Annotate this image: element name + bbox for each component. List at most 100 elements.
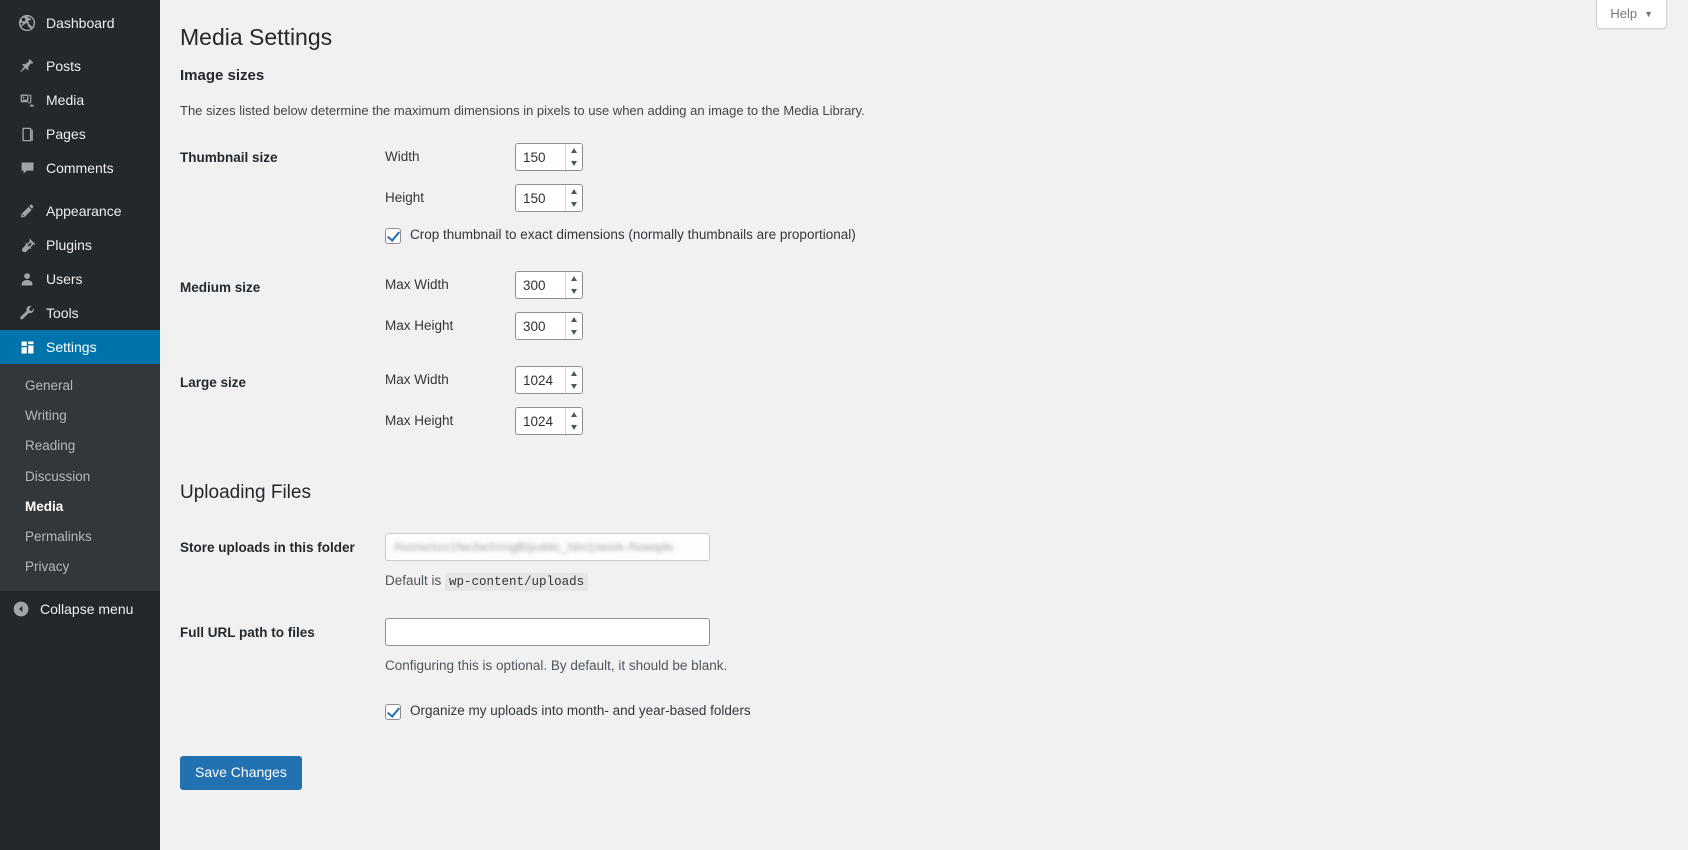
row-label-full-url: Full URL path to files (180, 605, 385, 689)
help-tab-button[interactable]: Help ▼ (1596, 0, 1667, 29)
user-icon (17, 269, 37, 289)
thumbnail-height-input[interactable] (516, 185, 565, 211)
admin-sidebar: Dashboard Posts Media (0, 0, 160, 850)
spinner-controls[interactable] (565, 408, 582, 434)
large-max-width-stepper[interactable] (515, 366, 583, 394)
row-fields-store-folder: /home/xxx1Ne2wXrrngB/public_htm1/work-/h… (385, 520, 1270, 605)
medium-max-width-row: Max Width (385, 271, 1260, 299)
spinner-down-icon[interactable] (566, 285, 582, 298)
main-content: Help ▼ Media Settings Image sizes The si… (160, 0, 1688, 850)
sidebar-item-plugins[interactable]: Plugins (0, 228, 160, 262)
submenu-item-general[interactable]: General (0, 371, 160, 401)
spinner-controls[interactable] (565, 367, 582, 393)
submenu-item-media[interactable]: Media (0, 492, 160, 522)
sidebar-item-label: Users (46, 272, 83, 286)
organize-uploads-label: Organize my uploads into month- and year… (410, 702, 751, 721)
spinner-down-icon[interactable] (566, 421, 582, 434)
large-max-height-input[interactable] (516, 408, 565, 434)
row-label-organize (180, 689, 385, 734)
submenu-item-permalinks[interactable]: Permalinks (0, 522, 160, 552)
sidebar-item-settings[interactable]: Settings (0, 330, 160, 364)
sidebar-item-label: Media (46, 93, 84, 107)
crop-thumbnail-row[interactable]: Crop thumbnail to exact dimensions (norm… (385, 226, 1260, 245)
spinner-controls[interactable] (565, 144, 582, 170)
sidebar-item-label: Pages (46, 127, 86, 141)
chevron-down-icon: ▼ (1644, 10, 1653, 19)
table-row-full-url: Full URL path to files Configuring this … (180, 605, 1270, 689)
sidebar-item-comments[interactable]: Comments (0, 151, 160, 185)
row-fields-full-url: Configuring this is optional. By default… (385, 605, 1270, 689)
thumbnail-width-stepper[interactable] (515, 143, 583, 171)
medium-max-width-label: Max Width (385, 276, 515, 295)
row-fields-large: Max Width Max Height (385, 353, 1270, 448)
upload-url-path-input[interactable] (385, 618, 710, 646)
submenu-item-reading[interactable]: Reading (0, 431, 160, 461)
settings-submenu: General Writing Reading Discussion Media… (0, 364, 160, 591)
thumbnail-height-stepper[interactable] (515, 184, 583, 212)
thumbnail-width-row: Width (385, 143, 1260, 171)
sidebar-item-label: Tools (46, 306, 79, 320)
sidebar-item-posts[interactable]: Posts (0, 49, 160, 83)
thumbnail-height-row: Height (385, 184, 1260, 212)
sidebar-item-label: Plugins (46, 238, 92, 252)
sidebar-item-dashboard[interactable]: Dashboard (0, 6, 160, 40)
spinner-up-icon[interactable] (566, 272, 582, 285)
medium-max-height-input[interactable] (516, 313, 565, 339)
sidebar-item-tools[interactable]: Tools (0, 296, 160, 330)
collapse-menu-button[interactable]: Collapse menu (0, 592, 160, 626)
upload-path-value: /home/xxx1Ne2wXrrngB/public_htm1/work-/h… (394, 539, 673, 556)
large-max-width-input[interactable] (516, 367, 565, 393)
organize-uploads-row[interactable]: Organize my uploads into month- and year… (385, 702, 1260, 721)
crop-thumbnail-label: Crop thumbnail to exact dimensions (norm… (410, 226, 856, 245)
thumbnail-width-label: Width (385, 148, 515, 167)
sidebar-item-pages[interactable]: Pages (0, 117, 160, 151)
spinner-down-icon[interactable] (566, 326, 582, 339)
medium-max-height-stepper[interactable] (515, 312, 583, 340)
sidebar-item-label: Appearance (46, 204, 122, 218)
spinner-controls[interactable] (565, 272, 582, 298)
sidebar-item-users[interactable]: Users (0, 262, 160, 296)
sidebar-item-appearance[interactable]: Appearance (0, 194, 160, 228)
page-title: Media Settings (180, 14, 1688, 67)
medium-max-width-stepper[interactable] (515, 271, 583, 299)
spinner-down-icon[interactable] (566, 157, 582, 170)
wrench-icon (17, 303, 37, 323)
sidebar-item-media[interactable]: Media (0, 83, 160, 117)
sidebar-item-label: Dashboard (46, 16, 115, 30)
image-sizes-table: Thumbnail size Width (180, 130, 1270, 448)
upload-path-input[interactable]: /home/xxx1Ne2wXrrngB/public_htm1/work-/h… (385, 533, 710, 561)
organize-uploads-checkbox[interactable] (385, 704, 401, 720)
spinner-controls[interactable] (565, 313, 582, 339)
large-max-height-stepper[interactable] (515, 407, 583, 435)
save-changes-button[interactable]: Save Changes (180, 756, 302, 790)
thumbnail-height-label: Height (385, 189, 515, 208)
thumbnail-width-input[interactable] (516, 144, 565, 170)
spinner-up-icon[interactable] (566, 367, 582, 380)
spinner-down-icon[interactable] (566, 198, 582, 211)
table-row-store-folder: Store uploads in this folder /home/xxx1N… (180, 520, 1270, 605)
media-icon (17, 90, 37, 110)
page-icon (17, 124, 37, 144)
sidebar-item-label: Posts (46, 59, 81, 73)
large-max-width-label: Max Width (385, 371, 515, 390)
crop-thumbnail-checkbox[interactable] (385, 228, 401, 244)
spinner-up-icon[interactable] (566, 408, 582, 421)
spinner-down-icon[interactable] (566, 380, 582, 393)
submenu-item-writing[interactable]: Writing (0, 401, 160, 431)
submenu-item-discussion[interactable]: Discussion (0, 462, 160, 492)
submenu-item-privacy[interactable]: Privacy (0, 552, 160, 582)
default-prefix-label: Default is (385, 573, 441, 588)
sidebar-item-label: Comments (46, 161, 114, 175)
upload-path-description: Default is wp-content/uploads (385, 561, 1260, 592)
medium-max-width-input[interactable] (516, 272, 565, 298)
spinner-controls[interactable] (565, 185, 582, 211)
uploading-files-heading: Uploading Files (180, 482, 1688, 510)
brush-icon (17, 201, 37, 221)
spinner-up-icon[interactable] (566, 144, 582, 157)
table-row-thumbnail: Thumbnail size Width (180, 130, 1270, 258)
spinner-up-icon[interactable] (566, 313, 582, 326)
spinner-up-icon[interactable] (566, 185, 582, 198)
row-fields-organize: Organize my uploads into month- and year… (385, 689, 1270, 734)
sidebar-divider (0, 40, 160, 49)
table-row-medium: Medium size Max Width (180, 258, 1270, 353)
